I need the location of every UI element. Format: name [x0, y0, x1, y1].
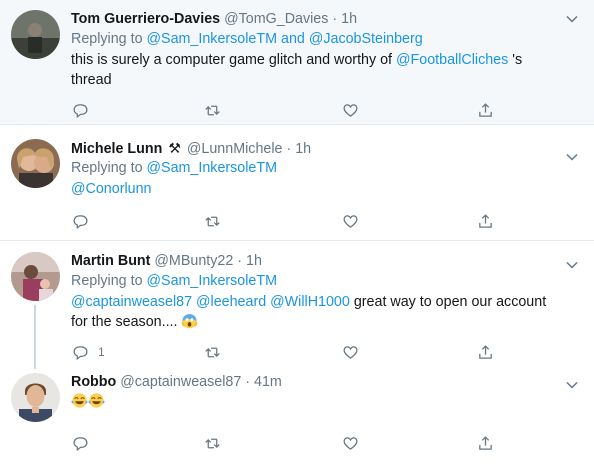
reply-button[interactable] [72, 100, 89, 120]
replying-prefix: Replying to [71, 273, 143, 289]
retweet-icon [204, 435, 221, 452]
replying-to: Replying to @Sam_InkersoleTM and @JacobS… [71, 29, 580, 50]
tweet-text: @Conorlunn [71, 179, 580, 200]
separator-dot: · [286, 141, 292, 157]
like-button[interactable] [342, 342, 359, 362]
heart-icon [342, 435, 359, 452]
tweet-text-line2: thread [71, 72, 112, 88]
display-name[interactable]: Martin Bunt [71, 253, 150, 269]
share-button[interactable] [477, 100, 494, 120]
separator-dot: · [332, 11, 338, 27]
retweet-button[interactable] [204, 100, 221, 120]
user-handle[interactable]: @MBunty22 [154, 253, 233, 269]
tears-of-joy-emoji [88, 392, 105, 409]
replying-prefix: Replying to [71, 31, 143, 47]
tweet-text-part: for the season.... [71, 314, 178, 330]
display-name[interactable]: Robbo [71, 374, 116, 390]
mention-link[interactable]: @WillH1000 [270, 294, 350, 310]
avatar[interactable] [11, 139, 60, 188]
separator-dot: · [245, 374, 251, 390]
share-icon [477, 344, 494, 361]
tweet-header: Martin Bunt @MBunty22 · 1h [71, 251, 580, 271]
share-button[interactable] [477, 211, 494, 231]
retweet-button[interactable] [204, 211, 221, 231]
thread-connector [34, 305, 36, 369]
heart-icon [342, 344, 359, 361]
share-icon [477, 213, 494, 230]
timestamp[interactable]: 1h [341, 11, 357, 27]
share-icon [477, 102, 494, 119]
replying-targets[interactable]: @Sam_InkersoleTM [147, 273, 278, 289]
tweet-actions: 1 [71, 342, 501, 362]
avatar[interactable] [11, 10, 60, 59]
user-handle[interactable]: @captainweasel87 [120, 374, 241, 390]
tweet-michele[interactable]: Michele Lunn ⚒ @LunnMichele · 1h Replyin… [0, 125, 594, 241]
screaming-face-emoji [181, 312, 198, 329]
like-button[interactable] [342, 211, 359, 231]
display-name[interactable]: Michele Lunn [71, 141, 162, 157]
replying-to: Replying to @Sam_InkersoleTM [71, 158, 580, 179]
tweet-robbo[interactable]: Robbo @captainweasel87 · 41m [0, 369, 594, 464]
mention-link[interactable]: @FootballCliches [396, 52, 508, 68]
tweet-tom[interactable]: Tom Guerriero-Davies @TomG_Davies · 1h R… [0, 0, 594, 125]
tweet-header: Robbo @captainweasel87 · 41m [71, 372, 580, 392]
tweet-actions [71, 433, 501, 453]
tweet-text-line2: for the season.... [71, 312, 580, 333]
heart-icon [342, 213, 359, 230]
reply-icon [72, 102, 89, 119]
timestamp[interactable]: 1h [295, 141, 311, 157]
share-button[interactable] [477, 433, 494, 453]
tweet-text-part: this is surely a computer game glitch an… [71, 51, 393, 68]
tweet-text-part: great way to open our account [353, 293, 547, 310]
reply-icon [72, 435, 89, 452]
mention-link[interactable]: @leeheard [196, 294, 266, 310]
retweet-icon [204, 102, 221, 119]
user-handle[interactable]: @TomG_Davies [224, 11, 328, 27]
tweet-text [71, 392, 580, 413]
retweet-button[interactable] [204, 342, 221, 362]
reply-icon [72, 213, 89, 230]
retweet-icon [204, 344, 221, 361]
user-handle[interactable]: @LunnMichele [187, 141, 283, 157]
replying-to: Replying to @Sam_InkersoleTM [71, 271, 580, 292]
tears-of-joy-emoji [71, 392, 88, 409]
replying-prefix: Replying to [71, 160, 143, 176]
timestamp[interactable]: 41m [254, 374, 282, 390]
avatar[interactable] [11, 373, 60, 422]
like-button[interactable] [342, 433, 359, 453]
retweet-icon [204, 213, 221, 230]
avatar[interactable] [11, 252, 60, 301]
reply-count: 1 [98, 345, 105, 359]
heart-icon [342, 102, 359, 119]
tweet-actions [71, 211, 501, 231]
tweet-text-part: 's [512, 51, 523, 68]
tweet-text: this is surely a computer game glitch an… [71, 50, 580, 71]
share-button[interactable] [477, 342, 494, 362]
retweet-button[interactable] [204, 433, 221, 453]
tweet-martin[interactable]: Martin Bunt @MBunty22 · 1h Replying to @… [0, 241, 594, 369]
display-name[interactable]: Tom Guerriero-Davies [71, 11, 220, 27]
tweet-header: Tom Guerriero-Davies @TomG_Davies · 1h [71, 9, 580, 29]
replying-targets[interactable]: @Sam_InkersoleTM and @JacobSteinberg [147, 31, 423, 47]
separator-dot: · [237, 253, 243, 269]
share-icon [477, 435, 494, 452]
reply-icon [72, 344, 89, 361]
tweet-header: Michele Lunn ⚒ @LunnMichele · 1h [71, 138, 580, 158]
replying-targets[interactable]: @Sam_InkersoleTM [147, 160, 278, 176]
reply-button[interactable] [72, 433, 89, 453]
mention-link[interactable]: @Conorlunn [71, 181, 151, 197]
reply-button[interactable]: 1 [72, 342, 105, 362]
reply-button[interactable] [72, 211, 89, 231]
tweet-actions [71, 100, 501, 120]
hammer-and-pick-icon: ⚒ [168, 140, 181, 156]
timestamp[interactable]: 1h [246, 253, 262, 269]
like-button[interactable] [342, 100, 359, 120]
mention-link[interactable]: @captainweasel87 [71, 294, 192, 310]
tweet-text: @captainweasel87 @leeheard @WillH1000 gr… [71, 292, 580, 313]
